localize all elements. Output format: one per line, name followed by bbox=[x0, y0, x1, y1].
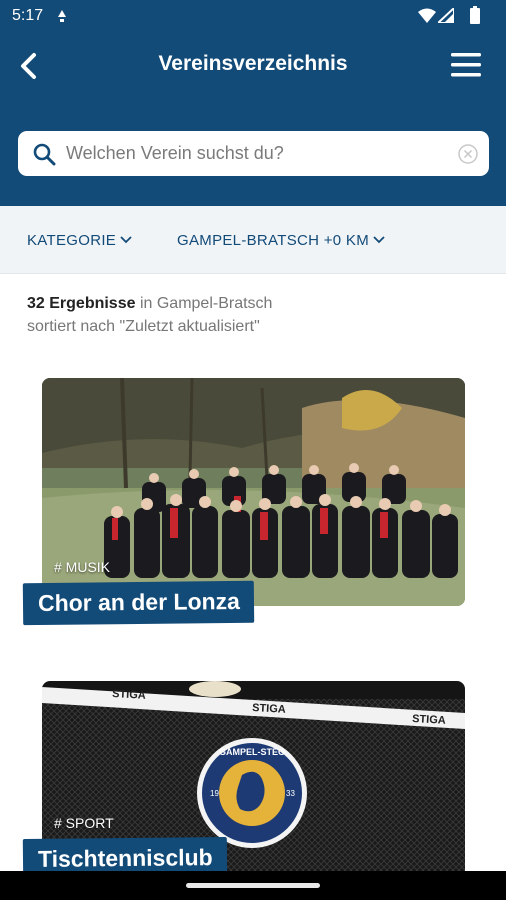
logo-year-right: 33 bbox=[286, 789, 295, 798]
system-nav-bar bbox=[0, 871, 506, 900]
results-summary: 32 Ergebnisse in Gampel-Bratsch sortiert… bbox=[27, 292, 272, 338]
club-category-tag: # MUSIK bbox=[54, 559, 111, 575]
menu-button[interactable] bbox=[448, 48, 484, 82]
search-input[interactable] bbox=[66, 131, 446, 176]
svg-text:STIGA: STIGA bbox=[252, 702, 286, 716]
clear-icon[interactable] bbox=[458, 144, 478, 164]
club-category-tag: # SPORT bbox=[54, 815, 114, 831]
category-filter[interactable]: KATEGORIE bbox=[27, 232, 132, 249]
back-arrow-icon bbox=[21, 53, 36, 79]
location-filter-label: GAMPEL-BRATSCH +0 KM bbox=[177, 232, 370, 249]
battery-icon bbox=[470, 6, 480, 24]
filter-bar: KATEGORIE GAMPEL-BRATSCH +0 KM bbox=[0, 206, 506, 274]
alert-icon bbox=[58, 10, 66, 22]
results-location: in Gampel-Bratsch bbox=[135, 295, 273, 312]
home-indicator[interactable] bbox=[186, 883, 320, 888]
search-bar[interactable] bbox=[18, 131, 489, 176]
wifi-icon bbox=[418, 8, 436, 23]
signal-icon bbox=[438, 8, 454, 23]
status-time: 5:17 bbox=[12, 7, 44, 24]
chevron-down-icon bbox=[120, 235, 132, 243]
club-card[interactable]: STIGA STIGA STIGA GAMPEL-STEG 19 33 # SP… bbox=[22, 681, 465, 882]
location-filter[interactable]: GAMPEL-BRATSCH +0 KM bbox=[177, 232, 385, 249]
results-count: 32 Ergebnisse bbox=[27, 295, 136, 312]
chevron-down-icon bbox=[373, 235, 385, 243]
status-bar: 5:17 bbox=[0, 0, 506, 32]
svg-text:STIGA: STIGA bbox=[112, 688, 146, 702]
menu-icon bbox=[451, 53, 481, 77]
category-filter-label: KATEGORIE bbox=[27, 232, 117, 249]
search-icon bbox=[33, 143, 56, 166]
club-name: Chor an der Lonza bbox=[22, 580, 255, 626]
logo-text: GAMPEL-STEG bbox=[219, 747, 285, 757]
results-sort: sortiert nach "Zuletzt aktualisiert" bbox=[27, 318, 260, 335]
svg-text:STIGA: STIGA bbox=[412, 713, 446, 727]
logo-year-left: 19 bbox=[210, 789, 219, 798]
back-button[interactable] bbox=[16, 50, 44, 82]
club-card[interactable]: # MUSIK Chor an der Lonza bbox=[22, 378, 465, 626]
